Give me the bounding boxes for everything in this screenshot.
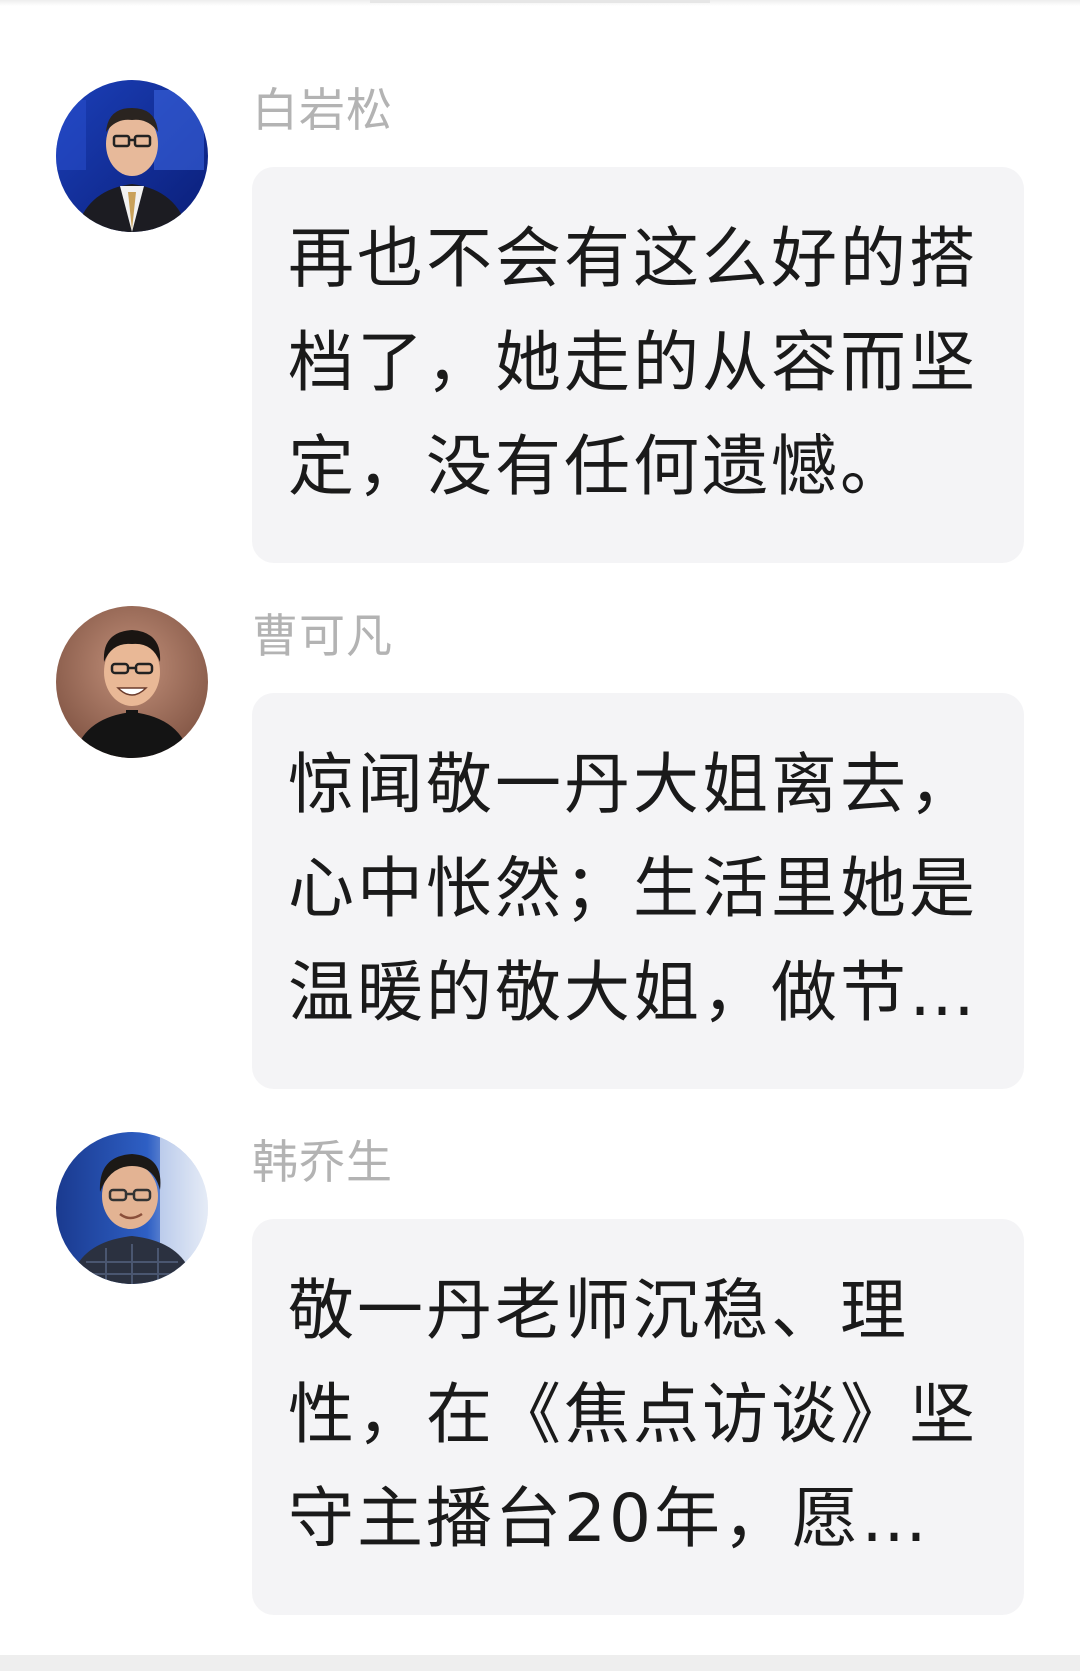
avatar[interactable] bbox=[56, 1132, 208, 1284]
bottom-edge bbox=[0, 1655, 1080, 1671]
commenter-name: 曹可凡 bbox=[252, 609, 393, 663]
avatar[interactable] bbox=[56, 80, 208, 232]
comment-bubble[interactable]: 敬一丹老师沉稳、理性，在《焦点访谈》坚守主播台20年，愿… bbox=[252, 1219, 1024, 1615]
comment-text: 惊闻敬一丹大姐离去，心中怅然；生活里她是温暖的敬大姐，做节… bbox=[288, 746, 978, 1031]
top-divider bbox=[370, 0, 710, 3]
avatar[interactable] bbox=[56, 606, 208, 758]
comment-bubble[interactable]: 惊闻敬一丹大姐离去，心中怅然；生活里她是温暖的敬大姐，做节… bbox=[252, 693, 1024, 1089]
commenter-name: 韩乔生 bbox=[252, 1135, 393, 1189]
commenter-name: 白岩松 bbox=[252, 83, 393, 137]
comment-text: 再也不会有这么好的搭档了，她走的从容而坚定，没有任何遗憾。 bbox=[288, 220, 978, 505]
comment-bubble[interactable]: 再也不会有这么好的搭档了，她走的从容而坚定，没有任何遗憾。 bbox=[252, 167, 1024, 563]
comment-text: 敬一丹老师沉稳、理性，在《焦点访谈》坚守主播台20年，愿… bbox=[288, 1272, 978, 1557]
